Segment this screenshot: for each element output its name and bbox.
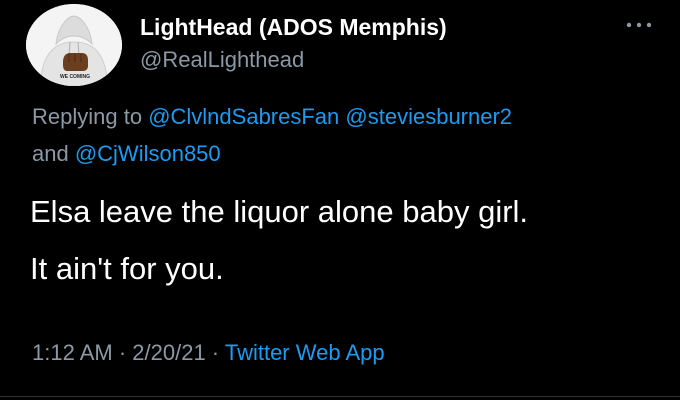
tweet-time[interactable]: 1:12 AM [32, 340, 113, 365]
meta-separator: · [205, 340, 225, 365]
meta-separator: · [112, 340, 133, 365]
replying-to-line-continued: and @CjWilson850 [32, 141, 221, 167]
fist-hoodie-avatar-icon: WE COMING [26, 4, 122, 86]
author-display-name[interactable]: LightHead (ADOS Memphis) [140, 14, 447, 41]
divider [0, 396, 680, 397]
replying-to-line: Replying to @ClvlndSabresFan @steviesbur… [32, 104, 512, 130]
tweet-metadata: 1:12 AM · 2/20/21 · Twitter Web App [32, 340, 385, 366]
mention-link[interactable]: @steviesburner2 [345, 104, 512, 129]
tweet: WE COMING LightHead (ADOS Memphis) @Real… [0, 0, 680, 400]
tweet-text-line: Elsa leave the liquor alone baby girl. [30, 194, 529, 229]
tweet-date[interactable]: 2/20/21 [132, 340, 205, 365]
more-horizontal-icon[interactable] [624, 18, 654, 32]
tweet-source-link[interactable]: Twitter Web App [225, 340, 385, 365]
tweet-text-line: It ain't for you. [30, 251, 224, 286]
replying-to-prefix: Replying to [32, 104, 149, 129]
replying-to-joiner: and [32, 141, 75, 166]
svg-text:WE COMING: WE COMING [60, 74, 90, 80]
author-handle[interactable]: @RealLighthead [140, 47, 304, 73]
profile-avatar[interactable]: WE COMING [26, 4, 122, 86]
mention-link[interactable]: @ClvlndSabresFan [148, 104, 339, 129]
mention-link[interactable]: @CjWilson850 [75, 141, 221, 166]
